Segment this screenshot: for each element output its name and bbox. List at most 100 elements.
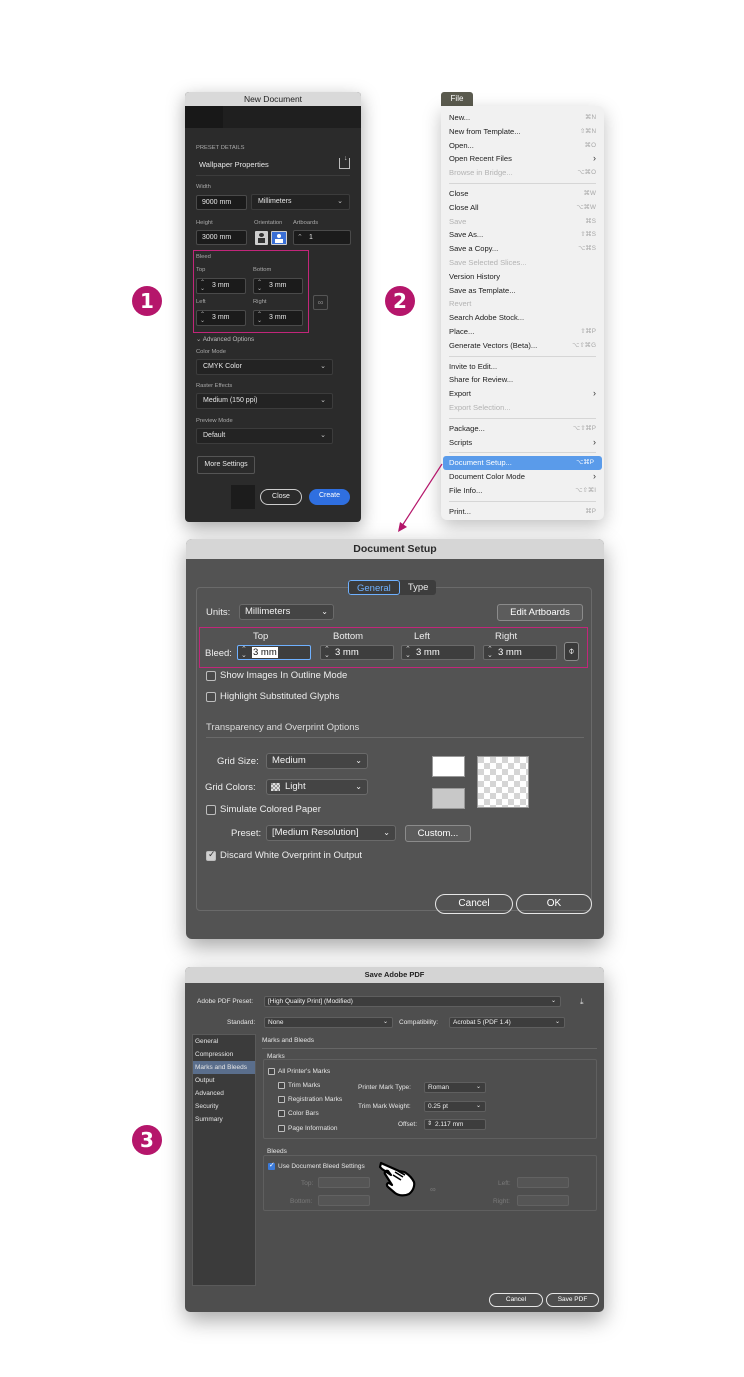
preview-mode-dropdown[interactable]: Default ⌄	[196, 428, 333, 444]
cancel-button[interactable]: Cancel	[435, 894, 513, 914]
stepper-icon[interactable]: ⌃ ⌄	[257, 280, 262, 292]
grid-size-dropdown[interactable]: Medium ⌄	[266, 753, 368, 769]
trim-marks-checkbox[interactable]	[278, 1082, 285, 1089]
preset-tab[interactable]	[185, 106, 223, 128]
landscape-orientation-icon[interactable]	[271, 231, 287, 245]
standard-dropdown[interactable]: None ⌄	[264, 1017, 393, 1028]
menu-item-save-as-template[interactable]: Save as Template...	[441, 284, 604, 298]
stepper-icon[interactable]: ⌃ ⌄	[200, 312, 205, 324]
bleed-right-input[interactable]: ⌃ ⌄ 3 mm	[253, 310, 303, 326]
stepper-icon[interactable]: ⌃ ⌄	[487, 646, 493, 659]
menu-item-document-setup[interactable]: Document Setup... ⌥⌘P	[443, 456, 602, 471]
preset-dropdown[interactable]: [Medium Resolution] ⌄	[266, 825, 396, 841]
width-input[interactable]: 9000 mm	[196, 195, 247, 210]
create-button[interactable]: Create	[309, 489, 350, 505]
menu-item-close-all[interactable]: Close All ⌥⌘W	[441, 201, 604, 215]
highlight-glyphs-checkbox[interactable]	[206, 692, 216, 702]
grid-colors-dropdown[interactable]: Light ⌄	[266, 779, 368, 795]
menu-item-open-recent-files[interactable]: Open Recent Files ›	[441, 152, 604, 166]
all-marks-checkbox[interactable]	[268, 1068, 275, 1075]
discard-white-checkbox[interactable]	[206, 849, 216, 861]
mark-weight-dropdown[interactable]: 0.25 pt ⌄	[424, 1101, 486, 1112]
artboards-label: Artboards	[293, 220, 319, 226]
stepper-icon[interactable]: ⌃ ⌄	[241, 646, 247, 659]
preset-name[interactable]: Wallpaper Properties	[199, 160, 269, 169]
color-mode-dropdown[interactable]: CMYK Color ⌄	[196, 359, 333, 375]
menu-item-new[interactable]: New... ⌘N	[441, 111, 604, 125]
mark-type-dropdown[interactable]: Roman ⌄	[424, 1082, 486, 1093]
compatibility-dropdown[interactable]: Acrobat 5 (PDF 1.4) ⌄	[449, 1017, 565, 1028]
height-input[interactable]: 3000 mm	[196, 230, 247, 245]
menu-item-save-as[interactable]: Save As... ⇧⌘S	[441, 228, 604, 242]
sidebar-item-marks-and-bleeds[interactable]: Marks and Bleeds	[193, 1061, 255, 1074]
raster-effects-dropdown[interactable]: Medium (150 ppi) ⌄	[196, 393, 333, 409]
save-pdf-button[interactable]: Save PDF	[546, 1293, 599, 1307]
stepper-icon[interactable]: ⌃ ⌄	[257, 312, 262, 324]
bleed-top-input[interactable]: ⌃ ⌄ 3 mm	[237, 645, 311, 660]
stepper-icon[interactable]: ⌃ ⌄	[324, 646, 330, 659]
menu-item-close[interactable]: Close ⌘W	[441, 187, 604, 201]
bleed-left-input[interactable]: ⌃ ⌄ 3 mm	[196, 310, 246, 326]
menu-item-open[interactable]: Open... ⌘O	[441, 139, 604, 153]
menu-item-scripts[interactable]: Scripts ›	[441, 436, 604, 450]
stepper-icon[interactable]: ⌃	[297, 231, 303, 244]
stepper-icon[interactable]: ⌃ ⌄	[200, 280, 205, 292]
simulate-paper-checkbox[interactable]	[206, 805, 216, 815]
menu-item-share-for-review[interactable]: Share for Review...	[441, 373, 604, 387]
menu-item-new-from-template[interactable]: New from Template... ⇧⌘N	[441, 125, 604, 139]
menu-item-search-adobe-stock[interactable]: Search Adobe Stock...	[441, 311, 604, 325]
bleed-bottom-input[interactable]: ⌃ ⌄ 3 mm	[253, 278, 303, 294]
bleed-bottom-input[interactable]: ⌃ ⌄ 3 mm	[320, 645, 394, 660]
registration-marks-checkbox[interactable]	[278, 1096, 285, 1103]
pdf-preset-label: Adobe PDF Preset:	[197, 998, 253, 1005]
grid-color-swatch-light[interactable]	[432, 756, 465, 777]
menu-item-file-info[interactable]: File Info... ⌥⇧⌘I	[441, 484, 604, 498]
menu-item-version-history[interactable]: Version History	[441, 270, 604, 284]
link-icon[interactable]: ∞	[313, 295, 328, 310]
color-bars-checkbox[interactable]	[278, 1110, 285, 1117]
custom-button[interactable]: Custom...	[405, 825, 471, 842]
menu-item-package[interactable]: Package... ⌥⇧⌘P	[441, 422, 604, 436]
link-icon[interactable]: ⌽	[564, 642, 579, 661]
stepper-icon[interactable]: ⇕	[427, 1120, 432, 1129]
stepper-icon[interactable]: ⌃ ⌄	[405, 646, 411, 659]
menu-item-save-a-copy[interactable]: Save a Copy... ⌥⌘S	[441, 242, 604, 256]
cancel-button[interactable]: Cancel	[489, 1293, 543, 1307]
menu-item-export[interactable]: Export ›	[441, 387, 604, 401]
use-document-bleed-label: Use Document Bleed Settings	[278, 1163, 365, 1170]
menu-item-document-color-mode[interactable]: Document Color Mode ›	[441, 470, 604, 484]
sidebar-item-advanced[interactable]: Advanced	[193, 1087, 255, 1100]
sidebar-item-output[interactable]: Output	[193, 1074, 255, 1087]
ok-button[interactable]: OK	[516, 894, 592, 914]
save-preset-icon[interactable]: ⤓	[580, 997, 584, 1007]
pdf-preset-dropdown[interactable]: [High Quality Print] (Modified) ⌄	[264, 996, 561, 1007]
tab-general[interactable]: General	[348, 580, 400, 595]
bleed-right-input[interactable]: ⌃ ⌄ 3 mm	[483, 645, 557, 660]
units-dropdown[interactable]: Millimeters ⌄	[239, 604, 334, 620]
sidebar-item-security[interactable]: Security	[193, 1100, 255, 1113]
menu-item-generate-vectors-beta[interactable]: Generate Vectors (Beta)... ⌥⇧⌘G	[441, 339, 604, 353]
save-preset-icon[interactable]: ↓	[339, 155, 350, 169]
more-settings-button[interactable]: More Settings	[197, 456, 255, 474]
edit-artboards-button[interactable]: Edit Artboards	[497, 604, 583, 621]
sidebar-item-summary[interactable]: Summary	[193, 1113, 255, 1126]
offset-input[interactable]: ⇕ 2.117 mm	[424, 1119, 486, 1130]
menu-item-invite-to-edit[interactable]: Invite to Edit...	[441, 360, 604, 374]
units-dropdown[interactable]: Millimeters ⌄	[251, 194, 350, 210]
sidebar-item-general[interactable]: General	[193, 1035, 255, 1048]
file-menu-tab[interactable]: File	[441, 92, 473, 106]
close-button[interactable]: Close	[260, 489, 302, 505]
menu-item-place[interactable]: Place... ⇧⌘P	[441, 325, 604, 339]
show-images-checkbox[interactable]	[206, 671, 216, 681]
bleed-top-input[interactable]: ⌃ ⌄ 3 mm	[196, 278, 246, 294]
bleed-left-input[interactable]: ⌃ ⌄ 3 mm	[401, 645, 475, 660]
use-document-bleed-checkbox[interactable]	[268, 1161, 275, 1170]
menu-item-print[interactable]: Print... ⌘P	[441, 505, 604, 519]
page-info-checkbox[interactable]	[278, 1125, 285, 1132]
tab-type[interactable]: Type	[400, 580, 437, 595]
portrait-orientation-icon[interactable]	[255, 231, 268, 245]
grid-color-swatch-dark[interactable]	[432, 788, 465, 809]
advanced-options-toggle[interactable]: ⌄ Advanced Options	[196, 336, 254, 343]
sidebar-item-compression[interactable]: Compression	[193, 1048, 255, 1061]
artboards-input[interactable]: ⌃ 1	[293, 230, 351, 245]
